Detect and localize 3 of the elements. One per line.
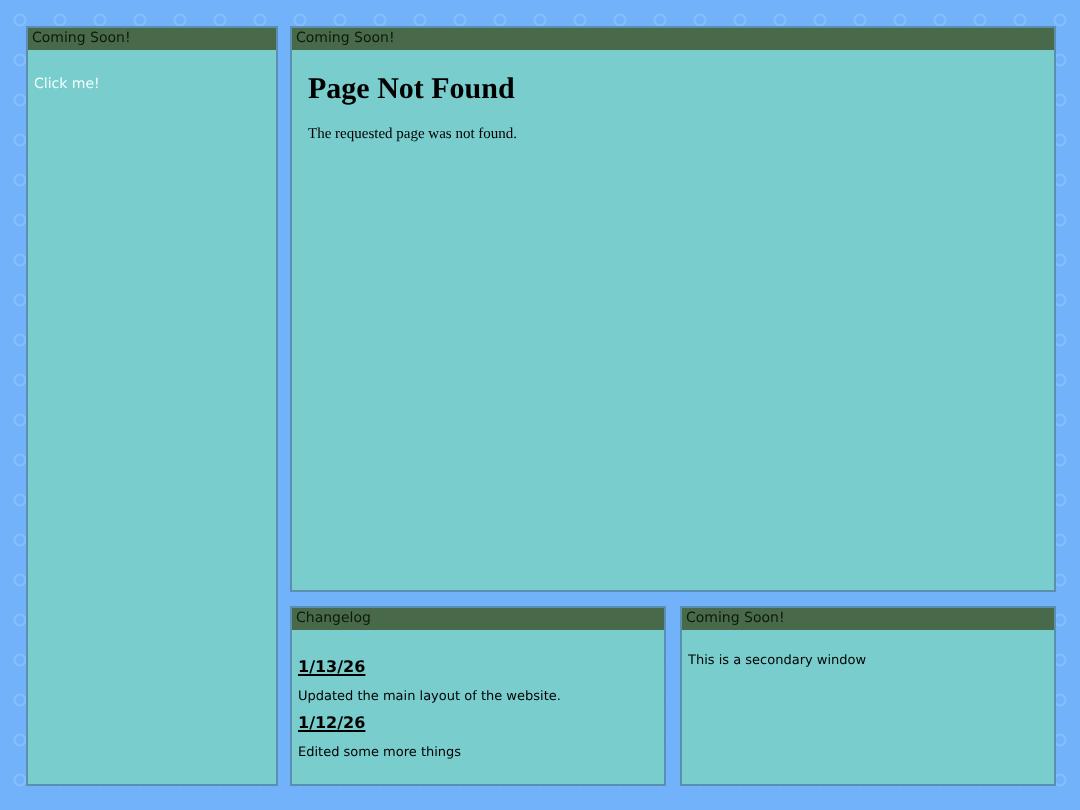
entry-date: 1/13/26: [298, 658, 366, 676]
entry-date: 1/12/26: [298, 714, 366, 732]
page-heading: Page Not Found: [308, 74, 517, 108]
